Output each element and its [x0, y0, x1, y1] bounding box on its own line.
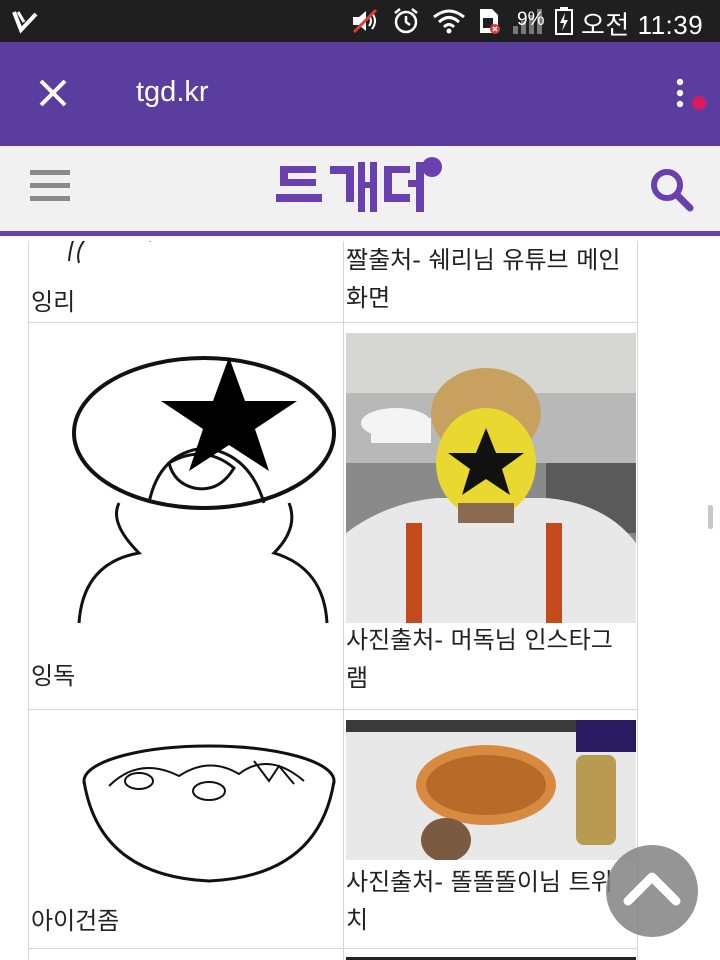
app-notification-icon: [12, 11, 38, 34]
sim-icon: [480, 9, 500, 34]
alarm-icon: [394, 8, 418, 34]
search-icon[interactable]: [648, 166, 694, 212]
grid-cell: [344, 949, 638, 960]
drawing-image: [68, 241, 151, 264]
clock: 오전 11:39: [581, 10, 704, 40]
grid-cell: 짤출처- 쉐리님 유튜브 메인화면: [344, 241, 638, 322]
grid-cell: 사진출처- 머독님 인스타그램: [344, 323, 638, 709]
table-row: [28, 949, 638, 960]
grid-cell: 잉독: [28, 323, 344, 709]
grid-cell: 잉리: [28, 241, 344, 322]
battery-charging-icon: [555, 7, 573, 35]
caption-text: 잉독: [31, 662, 76, 690]
site-header: [0, 146, 720, 236]
grid-cell: 사진출처- 똘똘똘이님 트위치: [344, 710, 638, 948]
table-row: 잉독 사진출처- 머독님 인스타그램: [28, 323, 638, 710]
grid-cell: [28, 949, 344, 960]
caption-text: 아이건좀: [31, 907, 120, 935]
hamburger-icon[interactable]: [30, 168, 70, 204]
browser-toolbar: tgd.kr: [0, 42, 720, 146]
photo-image: [346, 720, 636, 860]
caption-text: 잉리: [31, 288, 76, 316]
caption-text: 사진출처- 머독님 인스타그램: [346, 626, 613, 692]
photo-image: [346, 333, 636, 623]
url-label[interactable]: tgd.kr: [136, 76, 209, 109]
caption-text: 짤출처- 쉐리님 유튜브 메인화면: [346, 246, 621, 312]
drawing-image: [82, 744, 336, 883]
table-row: 잉리 짤출처- 쉐리님 유튜브 메인화면: [28, 241, 638, 323]
overflow-menu-icon[interactable]: [668, 76, 708, 116]
table-row: 아이건좀 사진출처- 똘똘똘이님 트위치: [28, 710, 638, 949]
caption-text: 사진출처- 똘똘똘이님 트위치: [346, 868, 613, 934]
wifi-icon: [433, 9, 465, 34]
site-logo[interactable]: [274, 154, 446, 220]
mute-icon: [352, 8, 378, 34]
battery-percent: 9%: [517, 9, 545, 30]
chevron-up-icon: [623, 872, 681, 906]
grid-cell: 아이건좀: [28, 710, 344, 948]
drawing-image: [72, 356, 336, 624]
scrollbar[interactable]: [708, 505, 713, 529]
status-bar: 9% 오전 11:39: [0, 0, 720, 42]
scroll-to-top-button[interactable]: [606, 845, 698, 937]
close-icon[interactable]: [36, 76, 70, 110]
